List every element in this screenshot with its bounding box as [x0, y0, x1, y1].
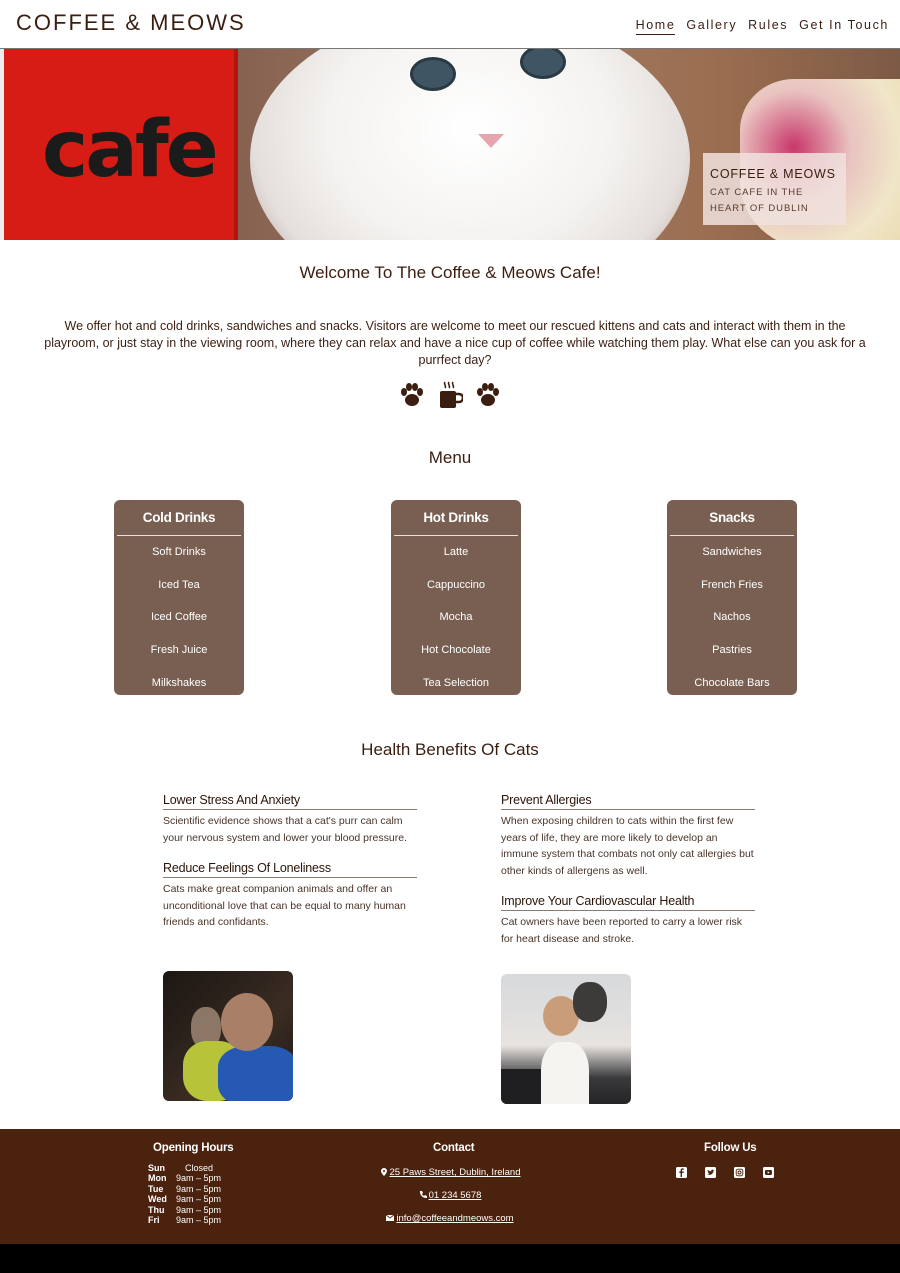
- social-links: [676, 1167, 774, 1178]
- menu-item: Cappuccino: [426, 578, 486, 591]
- benefit-title: Lower Stress And Anxiety: [163, 793, 417, 810]
- menu-item: Iced Coffee: [150, 611, 208, 624]
- hero-cat: [250, 49, 690, 240]
- welcome-title: Welcome To The Coffee & Meows Cafe!: [299, 263, 601, 282]
- benefit-cardiovascular: Improve Your Cardiovascular Health Cat o…: [501, 894, 755, 947]
- nav-link-home[interactable]: Home: [635, 18, 676, 35]
- menu-item: Iced Tea: [158, 578, 200, 591]
- menu-card-snacks: Snacks Sandwiches French Fries Nachos Pa…: [667, 500, 797, 695]
- benefit-loneliness: Reduce Feelings Of Loneliness Cats make …: [163, 861, 417, 931]
- contact-phone[interactable]: 01 234 5678: [0, 1190, 900, 1201]
- brand-logo[interactable]: COFFEE & MEOWS: [16, 10, 246, 36]
- youtube-icon[interactable]: [763, 1167, 774, 1178]
- instagram-icon[interactable]: [734, 1167, 745, 1178]
- menu-item: Mocha: [439, 611, 473, 624]
- benefit-stress: Lower Stress And Anxiety Scientific evid…: [163, 793, 417, 846]
- page: COFFEE & MEOWS Home Gallery Rules Get In…: [0, 0, 900, 1273]
- benefit-title: Prevent Allergies: [501, 793, 755, 810]
- footer-follow-title: Follow Us: [704, 1142, 757, 1154]
- menu-card-title: Hot Drinks: [394, 500, 518, 536]
- menu-card-cold-drinks: Cold Drinks Soft Drinks Iced Tea Iced Co…: [114, 500, 244, 695]
- menu-item: Soft Drinks: [152, 546, 206, 559]
- benefit-allergies: Prevent Allergies When exposing children…: [501, 793, 755, 879]
- benefit-text: Cats make great companion animals and of…: [163, 883, 406, 928]
- facebook-icon[interactable]: [676, 1167, 687, 1178]
- menu-card-hot-drinks: Hot Drinks Latte Cappuccino Mocha Hot Ch…: [391, 500, 521, 695]
- footer-contact-title: Contact: [433, 1142, 475, 1154]
- contact-phone-link[interactable]: 01 234 5678: [429, 1190, 482, 1201]
- footer: Opening Hours Sun Closed Mon 9am – 5pm Tue…: [0, 1129, 900, 1244]
- menu-item: Milkshakes: [151, 676, 207, 689]
- nav-link-rules[interactable]: Rules: [748, 18, 788, 35]
- menu-item: Fresh Juice: [150, 644, 208, 657]
- hero-mug-text: cafe: [42, 105, 219, 195]
- menu-item: Latte: [443, 546, 469, 559]
- map-pin-icon: [380, 1168, 387, 1176]
- hero-cat-nose: [478, 134, 504, 148]
- menu-item: Hot Chocolate: [421, 644, 491, 657]
- contact-email[interactable]: info@coffeeandmeows.com: [0, 1213, 900, 1224]
- menu-card-title: Snacks: [670, 500, 794, 536]
- footer-hours-title: Opening Hours: [153, 1142, 234, 1154]
- nav-link-contact[interactable]: Get In Touch: [799, 18, 889, 35]
- menu-title: Menu: [428, 448, 472, 467]
- benefit-title: Improve Your Cardiovascular Health: [501, 894, 755, 911]
- nav-links: Home Gallery Rules Get In Touch: [635, 18, 889, 35]
- menu-item: French Fries: [701, 578, 763, 591]
- twitter-icon[interactable]: [705, 1167, 716, 1178]
- envelope-icon: [386, 1214, 395, 1221]
- health-title: Health Benefits Of Cats: [361, 740, 539, 759]
- menu-item: Pastries: [712, 644, 752, 657]
- benefit-text: Cat owners have been reported to carry a…: [501, 916, 743, 945]
- hero-cat-eye-left: [410, 57, 456, 91]
- decorative-icons: [0, 380, 900, 410]
- menu-item: Chocolate Bars: [694, 676, 770, 689]
- contact-email-link[interactable]: info@coffeeandmeows.com: [396, 1213, 513, 1224]
- phone-icon: [419, 1191, 427, 1199]
- menu-item: Sandwiches: [702, 546, 762, 559]
- photo-girl-lifting-cat: [501, 974, 631, 1104]
- hero-image: cafe COFFEE & MEOWS CAT CAFE IN THE HEAR…: [0, 49, 900, 240]
- page-bottom-bar: [0, 1244, 900, 1273]
- hero-caption-subtitle: CAT CAFE IN THE HEART OF DUBLIN: [710, 187, 809, 214]
- contact-address-link[interactable]: 25 Paws Street, Dublin, Ireland: [390, 1167, 521, 1178]
- benefit-title: Reduce Feelings Of Loneliness: [163, 861, 417, 878]
- benefit-text: When exposing children to cats within th…: [501, 815, 754, 877]
- paw-icon: [401, 383, 423, 406]
- hero-caption-title: COFFEE & MEOWS: [710, 167, 836, 181]
- paw-icon: [477, 383, 499, 406]
- coffee-mug-icon: [440, 381, 463, 408]
- welcome-text: We offer hot and cold drinks, sandwiches…: [44, 319, 866, 367]
- nav-link-gallery[interactable]: Gallery: [686, 18, 737, 35]
- menu-card-title: Cold Drinks: [117, 500, 241, 536]
- hero-caption: COFFEE & MEOWS CAT CAFE IN THE HEART OF …: [703, 153, 846, 225]
- menu-item: Nachos: [713, 611, 751, 624]
- navbar: COFFEE & MEOWS Home Gallery Rules Get In…: [0, 0, 900, 49]
- benefit-text: Scientific evidence shows that a cat's p…: [163, 815, 407, 844]
- menu-item: Tea Selection: [422, 676, 490, 689]
- photo-child-with-cat: [163, 971, 293, 1101]
